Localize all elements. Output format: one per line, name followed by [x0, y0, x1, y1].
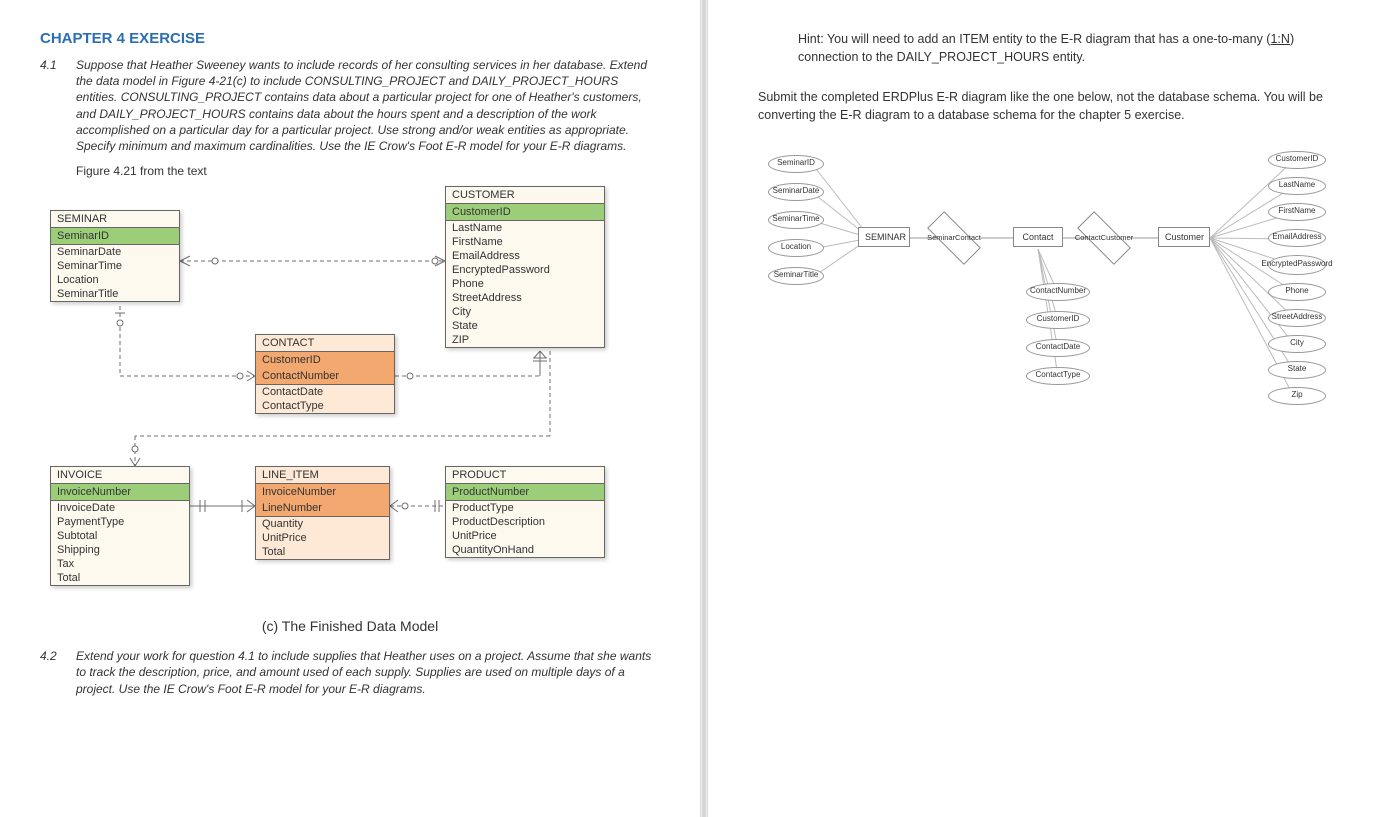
attr-seminartitle: SeminarTitle	[768, 267, 824, 285]
entity-key: ContactNumber	[256, 368, 394, 385]
entity-attr: SeminarDate	[51, 245, 179, 259]
left-page: CHAPTER 4 EXERCISE 4.1 Suppose that Heat…	[0, 0, 700, 817]
entity-attr: Total	[256, 545, 389, 559]
hint-prefix: Hint: You will need to add an ITEM entit…	[798, 32, 1270, 46]
entity-attr: Total	[51, 571, 189, 585]
entity-title: SEMINAR	[51, 211, 179, 228]
entity-seminar: SEMINAR SeminarID SeminarDate SeminarTim…	[50, 210, 180, 302]
attr-phone: Phone	[1268, 283, 1326, 301]
entity-attr: UnitPrice	[256, 531, 389, 545]
entity-customer: CUSTOMER CustomerID LastName FirstName E…	[445, 186, 605, 348]
entity-attr: PaymentType	[51, 515, 189, 529]
entity-attr: ContactDate	[256, 385, 394, 399]
entity-title: PRODUCT	[446, 467, 604, 484]
entity-product: PRODUCT ProductNumber ProductType Produc…	[445, 466, 605, 558]
entity-invoice: INVOICE InvoiceNumber InvoiceDate Paymen…	[50, 466, 190, 586]
entity-contact-chen: Contact	[1013, 227, 1063, 247]
chapter-title: CHAPTER 4 EXERCISE	[40, 30, 660, 47]
exercise-number: 4.2	[40, 648, 76, 697]
entity-lineitem: LINE_ITEM InvoiceNumber LineNumber Quant…	[255, 466, 390, 560]
entity-key: LineNumber	[256, 500, 389, 517]
hint-link[interactable]: 1:N	[1270, 32, 1289, 46]
attr-encpass: EncryptedPassword	[1268, 255, 1326, 275]
exercise-body: Extend your work for question 4.1 to inc…	[76, 648, 660, 697]
right-page: Hint: You will need to add an ITEM entit…	[708, 0, 1391, 817]
entity-attr: State	[446, 319, 604, 333]
entity-contact: CONTACT CustomerID ContactNumber Contact…	[255, 334, 395, 414]
entity-attr: LastName	[446, 221, 604, 235]
attr-customerid-c: CustomerID	[1026, 311, 1090, 329]
attr-zip: Zip	[1268, 387, 1326, 405]
entity-attr: Phone	[446, 277, 604, 291]
entity-key: CustomerID	[446, 204, 604, 221]
entity-attr: UnitPrice	[446, 529, 604, 543]
attr-customerid: CustomerID	[1268, 151, 1326, 169]
entity-attr: Shipping	[51, 543, 189, 557]
entity-attr: Tax	[51, 557, 189, 571]
entity-key: InvoiceNumber	[51, 484, 189, 501]
entity-attr: Subtotal	[51, 529, 189, 543]
entity-attr: Quantity	[256, 517, 389, 531]
rel-label: SeminarContact	[928, 226, 980, 250]
entity-attr: ContactType	[256, 399, 394, 413]
exercise-number: 4.1	[40, 57, 76, 154]
entity-attr: ProductDescription	[446, 515, 604, 529]
entity-title: LINE_ITEM	[256, 467, 389, 484]
attr-city: City	[1268, 335, 1326, 353]
entity-attr: SeminarTitle	[51, 287, 179, 301]
diagram-subcaption: (c) The Finished Data Model	[40, 618, 660, 634]
attr-firstname: FirstName	[1268, 203, 1326, 221]
entity-title: CONTACT	[256, 335, 394, 352]
entity-key: SeminarID	[51, 228, 179, 245]
entity-seminar-chen: SEMINAR	[858, 227, 910, 247]
page-divider	[700, 0, 708, 817]
entity-attr: EmailAddress	[446, 249, 604, 263]
exercise-body: Suppose that Heather Sweeney wants to in…	[76, 57, 660, 154]
entity-attr: ProductType	[446, 501, 604, 515]
attr-lastname: LastName	[1268, 177, 1326, 195]
rel-label: ContactCustomer	[1078, 226, 1130, 250]
entity-customer-chen: Customer	[1158, 227, 1210, 247]
entity-attr: City	[446, 305, 604, 319]
entity-title: INVOICE	[51, 467, 189, 484]
attr-street: StreetAddress	[1268, 309, 1326, 327]
entity-title: CUSTOMER	[446, 187, 604, 204]
submit-text: Submit the completed ERDPlus E-R diagram…	[758, 88, 1351, 124]
entity-key: CustomerID	[256, 352, 394, 368]
attr-seminardate: SeminarDate	[768, 183, 824, 201]
entity-key: InvoiceNumber	[256, 484, 389, 500]
er-diagram: SEMINAR SeminarID SeminarDate SeminarTim…	[40, 186, 660, 616]
entity-attr: EncryptedPassword	[446, 263, 604, 277]
attr-location: Location	[768, 239, 824, 257]
entity-attr: ZIP	[446, 333, 604, 347]
entity-key: ProductNumber	[446, 484, 604, 501]
entity-attr: SeminarTime	[51, 259, 179, 273]
attr-seminartime: SeminarTime	[768, 211, 824, 229]
attr-contactnumber: ContactNumber	[1026, 283, 1090, 301]
rel-contactcustomer: ContactCustomer	[1078, 226, 1130, 250]
attr-contacttype: ContactType	[1026, 367, 1090, 385]
exercise-4-1: 4.1 Suppose that Heather Sweeney wants t…	[40, 57, 660, 154]
page-container: CHAPTER 4 EXERCISE 4.1 Suppose that Heat…	[0, 0, 1391, 817]
chen-diagram: SeminarID SeminarDate SeminarTime Locati…	[758, 143, 1338, 483]
attr-seminarid: SeminarID	[768, 155, 824, 173]
exercise-4-2: 4.2 Extend your work for question 4.1 to…	[40, 648, 660, 697]
figure-caption: Figure 4.21 from the text	[76, 164, 660, 178]
entity-attr: QuantityOnHand	[446, 543, 604, 557]
entity-attr: Location	[51, 273, 179, 287]
entity-attr: InvoiceDate	[51, 501, 189, 515]
entity-attr: FirstName	[446, 235, 604, 249]
rel-seminarcontact: SeminarContact	[928, 226, 980, 250]
entity-attr: StreetAddress	[446, 291, 604, 305]
attr-contactdate: ContactDate	[1026, 339, 1090, 357]
attr-email: EmailAddress	[1268, 229, 1326, 247]
attr-state: State	[1268, 361, 1326, 379]
hint-text: Hint: You will need to add an ITEM entit…	[758, 30, 1351, 66]
